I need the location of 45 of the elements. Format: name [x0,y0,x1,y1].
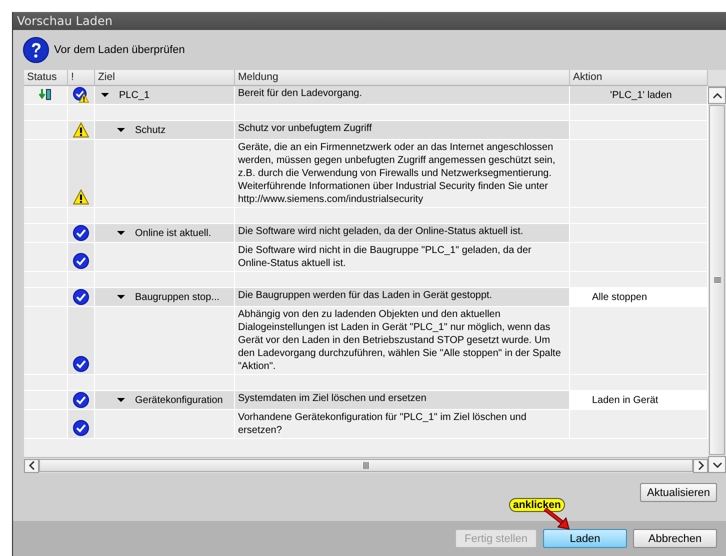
table-cell: Die Software wird nicht in die Baugruppe "PLC_1" geladen, da der Online-Status aktuell ist. [235,243,570,271]
callout-label: anklicken [509,498,565,512]
table-cell: Vorhandene Gerätekonfiguration für "PLC_1" im Ziel löschen und ersetzen? [235,410,570,438]
warning-icon [73,189,89,205]
vertical-scrollbar[interactable] [708,70,726,473]
table-cell: Systemdaten im Ziel löschen und ersetzen [235,391,570,409]
warning-icon [73,122,89,138]
expand-arrow-icon[interactable] [117,295,125,299]
expand-arrow-icon[interactable] [117,231,125,235]
scroll-right-icon[interactable] [693,458,708,472]
cancel-button[interactable]: Abbrechen [633,529,717,548]
expand-arrow-icon[interactable] [101,93,109,97]
table-cell: 'PLC_1' laden [570,86,708,104]
table-cell: Geräte, die an ein Firmennetzwerk oder an das Internet angeschlossen werden, müssen gegen unbefugten Zugriff angemessen geschützt sein, z.B. durch die Verwendung von Firewalls und Netzwerksegmentierung. Weiterführende Informationen über Industrial Security finden Sie unter http://www.siemens.com/industrialsecurity [235,140,570,207]
table-cell: Die Software wird nicht geladen, da der Online-Status aktuell ist. [235,224,570,242]
table-cell: Bereit für den Ladevorgang. [235,86,570,104]
scroll-down-icon[interactable] [712,462,722,468]
tree-item-label[interactable]: Schutz [135,124,166,136]
scroll-left-icon[interactable] [24,458,39,472]
dialog-heading: Vor dem Laden überprüfen [54,44,185,56]
tree-item-label[interactable]: PLC_1 [119,90,150,100]
window-title: Vorschau Laden [17,14,112,28]
table-cell: Die Baugruppen werden für das Laden in Gerät gestoppt. [235,288,570,306]
expand-arrow-icon[interactable] [117,398,125,402]
column-header[interactable]: ! [68,70,95,85]
pointer-arrow [543,508,571,530]
table-cell: Schutz vor unbefugtem Zugriff [235,121,570,139]
action-dropdown[interactable]: Alle stoppen [570,288,708,306]
refresh-button[interactable]: Aktualisieren [640,483,717,502]
scroll-up-icon[interactable] [712,92,722,98]
load-button[interactable]: Laden [543,529,627,548]
grip-icon [714,276,720,284]
column-header[interactable]: Meldung [235,70,570,85]
tree-item-label[interactable]: Baugruppen stop... [135,292,220,302]
grip-icon [362,462,370,469]
table-cell: Abhängig von den zu ladenden Objekten und den aktuellen Dialogeinstellungen ist Laden in Gerät "PLC_1" nur möglich, wenn das Gerät vor den Laden in den Betriebszustand STOP gesetzt wurde. Um den Ladevorgang durchzuführen, wählen Sie "Alle stoppen" in der Spalte "Aktion". [235,307,570,374]
tree-item-label[interactable]: Gerätekonfiguration [135,394,223,406]
download-icon [38,89,52,101]
expand-arrow-icon[interactable] [117,128,125,132]
column-header[interactable]: Ziel [95,70,235,85]
horizontal-scrollbar[interactable] [24,457,708,473]
action-dropdown[interactable]: Laden in Gerät [570,391,708,409]
tree-item-label[interactable]: Online ist aktuell. [135,228,212,238]
column-header[interactable]: Status [24,70,68,85]
question-icon [23,37,49,63]
